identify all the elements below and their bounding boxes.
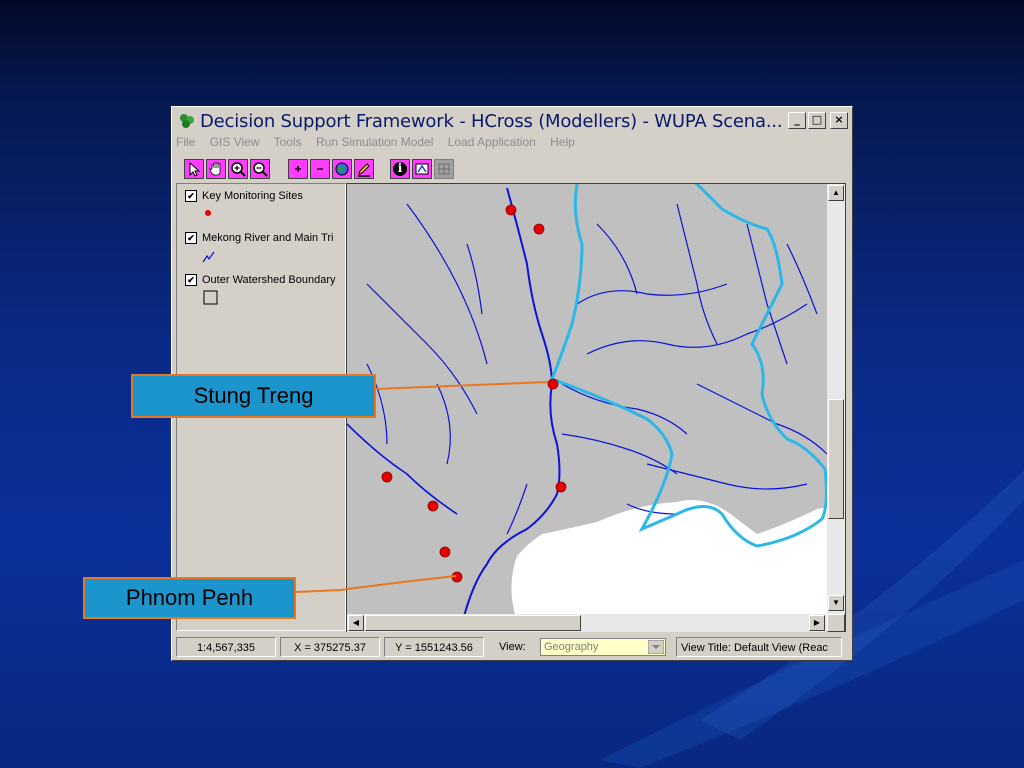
phnom-penh-callout: Phnom Penh — [83, 577, 296, 619]
stung-treng-leader-line — [375, 381, 549, 390]
phnom-penh-leader-line — [295, 575, 457, 593]
stung-treng-callout: Stung Treng — [131, 374, 376, 418]
